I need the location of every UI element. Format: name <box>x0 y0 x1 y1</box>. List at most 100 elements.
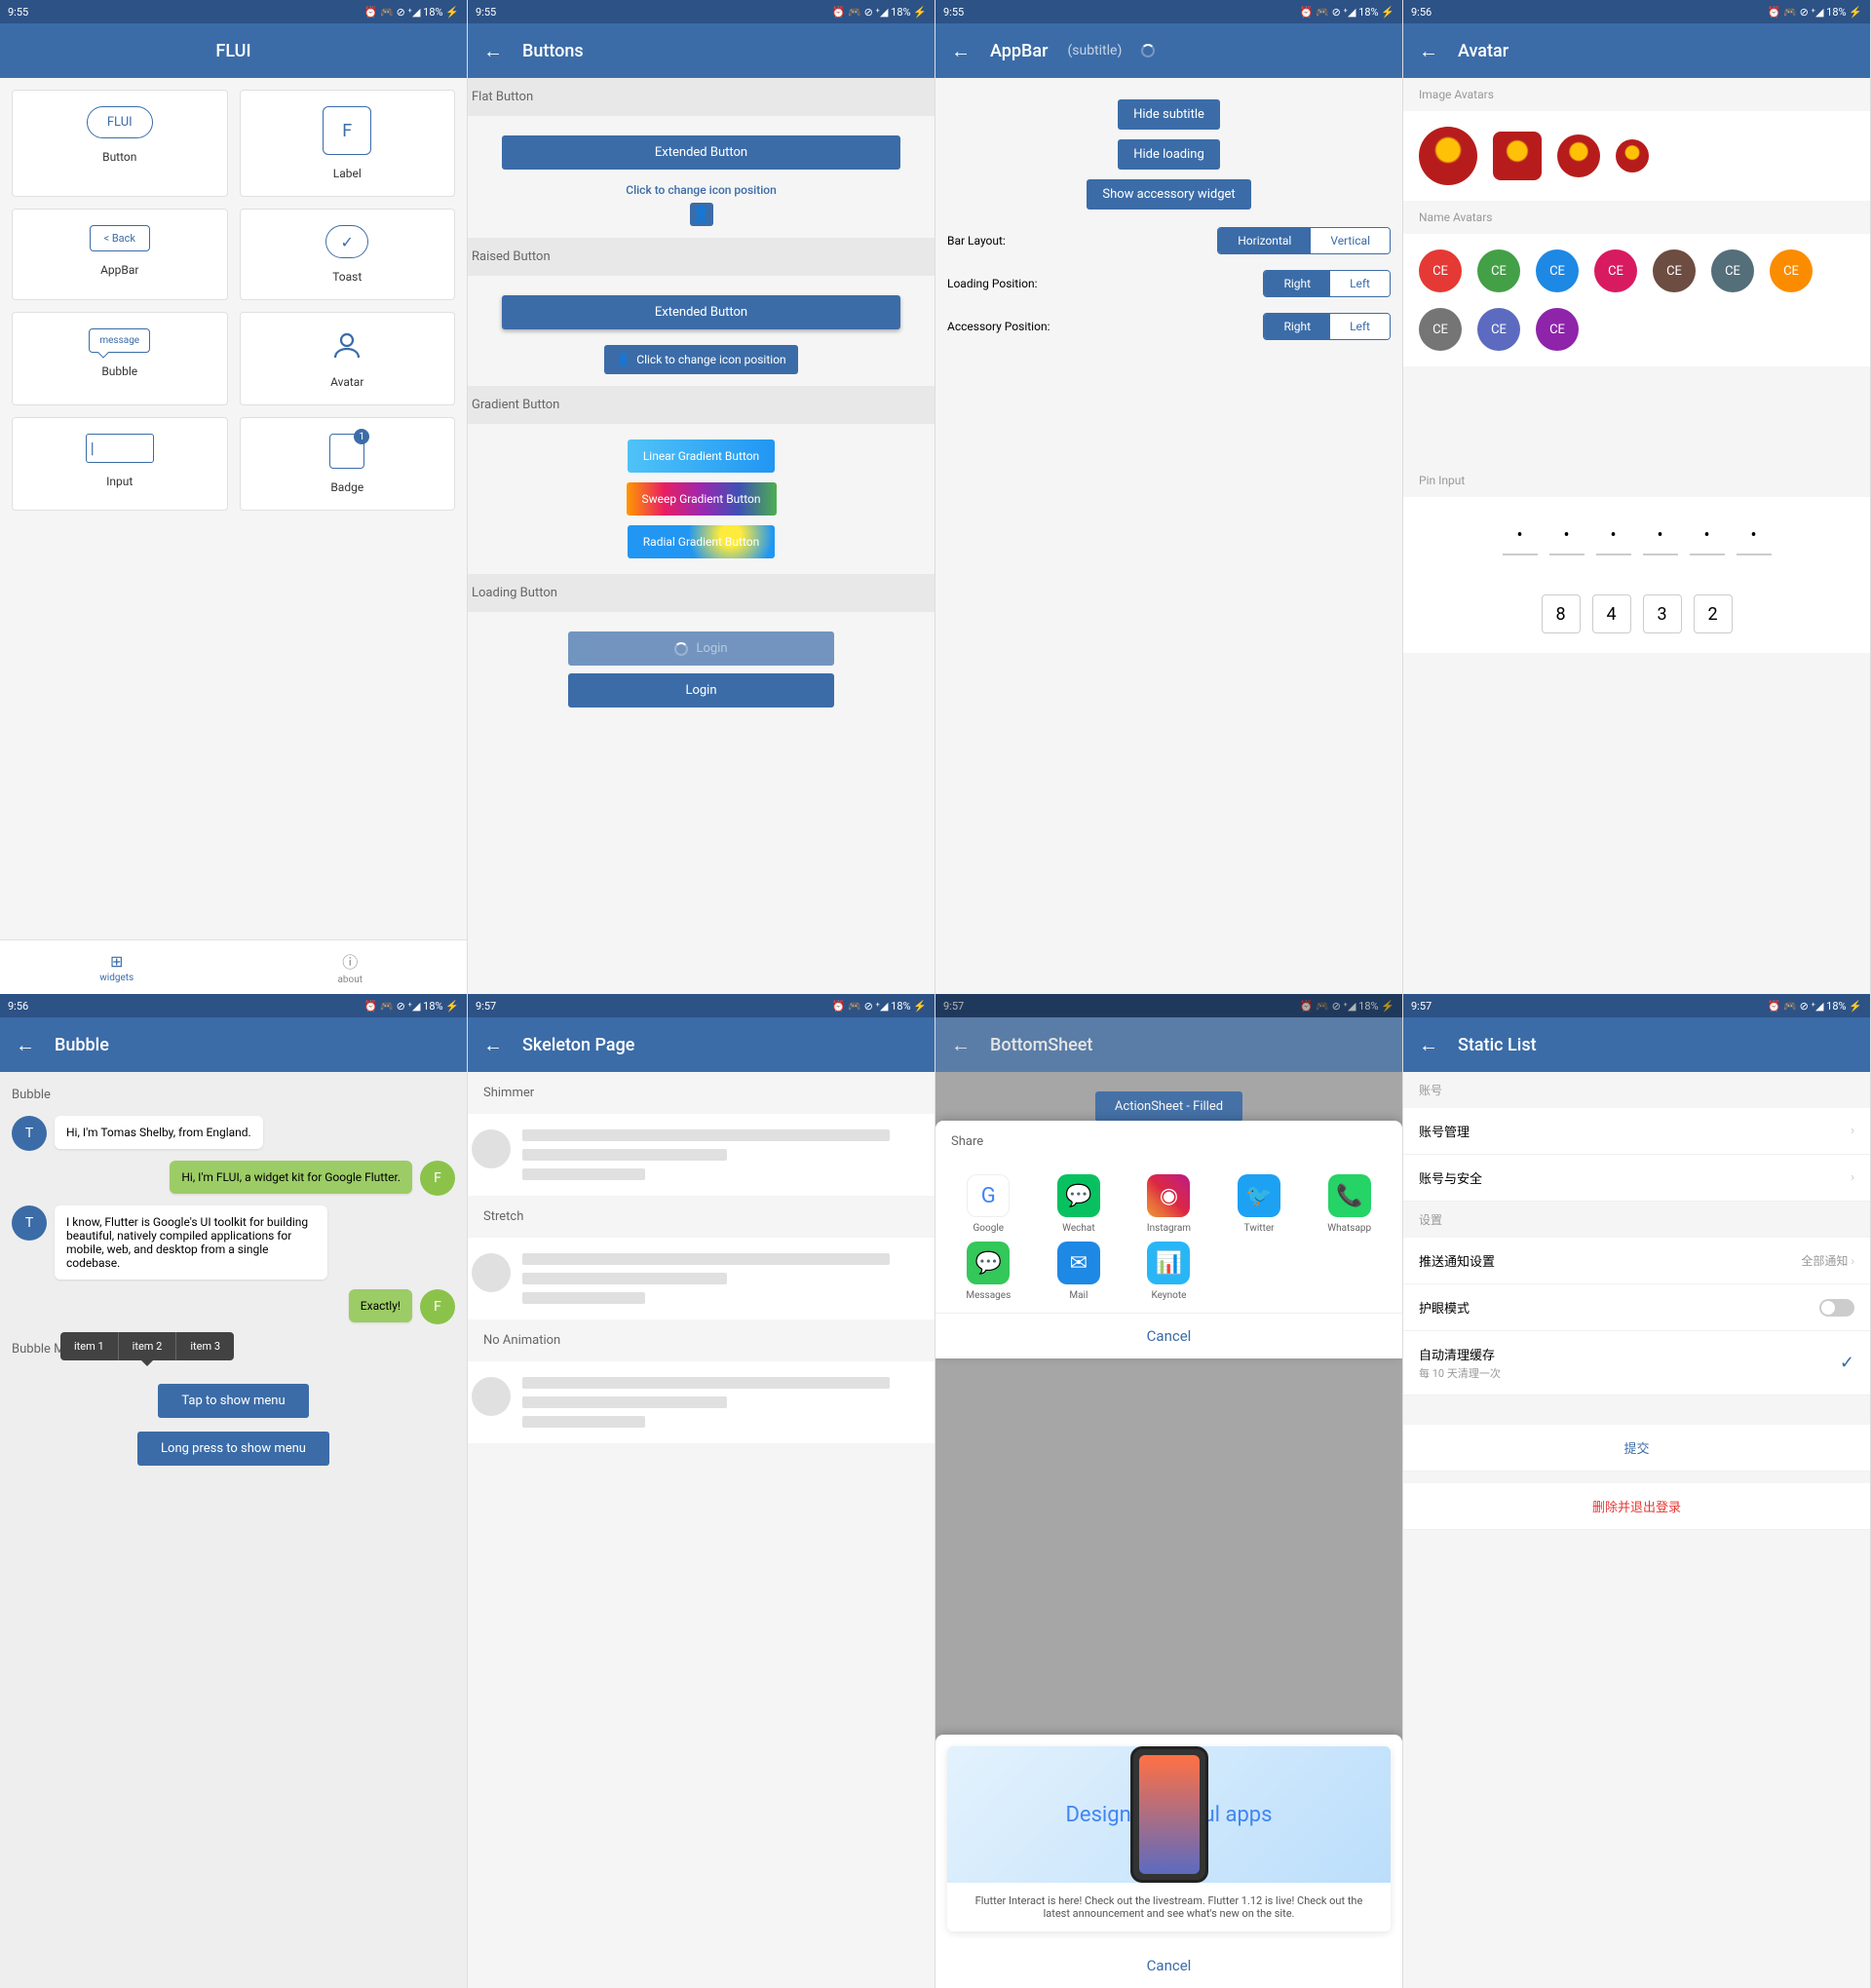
segment-option[interactable]: Horizontal <box>1218 228 1311 253</box>
widget-card-avatar[interactable]: Avatar <box>240 312 456 405</box>
widget-card-appbar[interactable]: < BackAppBar <box>12 209 228 300</box>
menu-item[interactable]: item 2 <box>119 1332 177 1360</box>
share-header: Share <box>936 1121 1402 1163</box>
linear-gradient-button[interactable]: Linear Gradient Button <box>628 440 775 473</box>
pin-cell[interactable]: • <box>1737 516 1772 555</box>
hide-subtitle-button[interactable]: Hide subtitle <box>1118 99 1220 130</box>
widget-card-label[interactable]: FLabel <box>240 90 456 197</box>
grid-icon: ⊞ <box>110 952 123 971</box>
icon-button[interactable]: 👤Click to change icon position <box>604 345 797 374</box>
subtitle: (subtitle) <box>1067 43 1122 58</box>
share-app-instagram[interactable]: ◉Instagram <box>1127 1174 1210 1234</box>
extended-button[interactable]: Extended Button <box>502 295 901 329</box>
back-icon[interactable]: ← <box>483 1033 503 1057</box>
section-header: Name Avatars <box>1403 201 1870 234</box>
row-label: Bar Layout: <box>947 234 1006 248</box>
appbar: ←Avatar <box>1403 23 1870 78</box>
back-icon[interactable]: ← <box>951 39 971 63</box>
segment-control[interactable]: HorizontalVertical <box>1217 227 1391 254</box>
clock: 9:56 <box>1411 6 1432 19</box>
segment-control[interactable]: RightLeft <box>1263 270 1391 297</box>
pin-box[interactable]: 2 <box>1694 594 1733 633</box>
pin-box[interactable]: 8 <box>1542 594 1581 633</box>
section-header: Stretch <box>468 1196 935 1238</box>
login-button[interactable]: Login <box>568 673 834 707</box>
pin-cell[interactable]: • <box>1549 516 1585 555</box>
image-avatar <box>1557 134 1600 177</box>
widget-card-bubble[interactable]: messageBubble <box>12 312 228 405</box>
back-icon[interactable]: ← <box>16 1033 35 1057</box>
pin-input-dots[interactable]: • • • • • • <box>1403 497 1870 575</box>
sweep-gradient-button[interactable]: Sweep Gradient Button <box>627 482 777 516</box>
section-header: Gradient Button <box>468 386 935 424</box>
show-accessory-button[interactable]: Show accessory widget <box>1087 179 1250 210</box>
list-item[interactable]: 护眼模式 <box>1403 1284 1870 1331</box>
delete-logout-button[interactable]: 删除并退出登录 <box>1403 1483 1870 1530</box>
skeleton-item <box>468 1114 935 1196</box>
segment-option[interactable]: Vertical <box>1311 228 1390 253</box>
card-label: Toast <box>332 270 362 284</box>
pin-box[interactable]: 3 <box>1643 594 1682 633</box>
segment-option[interactable]: Right <box>1264 271 1330 296</box>
pin-cell[interactable]: • <box>1503 516 1538 555</box>
person-icon[interactable]: 👤 <box>690 203 713 226</box>
widget-card-badge[interactable]: Badge <box>240 417 456 511</box>
config-row: Loading Position:RightLeft <box>947 262 1391 305</box>
pin-cell[interactable]: • <box>1596 516 1631 555</box>
hide-loading-button[interactable]: Hide loading <box>1118 139 1220 170</box>
radial-gradient-button[interactable]: Radial Gradient Button <box>628 525 775 558</box>
share-app-twitter[interactable]: 🐦Twitter <box>1218 1174 1301 1234</box>
page-title: Bubble <box>55 1035 109 1055</box>
list-item[interactable]: 自动清理缓存每 10 天清理一次✓ <box>1403 1331 1870 1395</box>
segment-control[interactable]: RightLeft <box>1263 313 1391 340</box>
segment-option[interactable]: Left <box>1330 314 1390 339</box>
actionsheet-button[interactable]: ActionSheet - Filled <box>1095 1091 1242 1122</box>
widget-card-input[interactable]: |Input <box>12 417 228 511</box>
segment-option[interactable]: Right <box>1264 314 1330 339</box>
login-loading-button[interactable]: Login <box>568 631 834 666</box>
bubble-menu[interactable]: item 1item 2item 3 <box>60 1332 234 1360</box>
card-label: Label <box>333 167 362 180</box>
name-avatar: CE <box>1594 249 1637 292</box>
name-avatar: CE <box>1653 249 1696 292</box>
pin-box[interactable]: 4 <box>1592 594 1631 633</box>
share-app-messages[interactable]: 💬Messages <box>947 1242 1030 1301</box>
share-app-google[interactable]: GGoogle <box>947 1174 1030 1234</box>
back-icon[interactable]: ← <box>483 39 503 63</box>
share-app-wechat[interactable]: 💬Wechat <box>1038 1174 1121 1234</box>
extended-button[interactable]: Extended Button <box>502 135 901 170</box>
list-item[interactable]: 账号管理› <box>1403 1108 1870 1155</box>
menu-item[interactable]: item 3 <box>176 1332 234 1360</box>
list-item[interactable]: 推送通知设置全部通知 › <box>1403 1238 1870 1284</box>
segment-option[interactable]: Left <box>1330 271 1390 296</box>
skeleton-line <box>522 1129 890 1141</box>
name-avatar: CE <box>1477 249 1520 292</box>
longpress-menu-button[interactable]: Long press to show menu <box>137 1432 329 1466</box>
app-icon: 💬 <box>967 1242 1010 1284</box>
pin-cell[interactable]: • <box>1690 516 1725 555</box>
widget-card-toast[interactable]: ✓Toast <box>240 209 456 300</box>
toggle-switch[interactable] <box>1819 1299 1854 1317</box>
share-app-whatsapp[interactable]: 📞Whatsapp <box>1308 1174 1391 1234</box>
pin-cell[interactable]: • <box>1643 516 1678 555</box>
share-app-mail[interactable]: ✉Mail <box>1038 1242 1121 1301</box>
menu-item[interactable]: item 1 <box>60 1332 119 1360</box>
icon-position-link[interactable]: Click to change icon position <box>479 177 923 203</box>
back-icon[interactable]: ← <box>1419 1033 1438 1057</box>
name-avatar: CE <box>1770 249 1813 292</box>
app-name: Whatsapp <box>1327 1223 1371 1234</box>
back-icon[interactable]: ← <box>951 1033 971 1057</box>
share-app-keynote[interactable]: 📊Keynote <box>1127 1242 1210 1301</box>
submit-button[interactable]: 提交 <box>1403 1425 1870 1472</box>
tap-menu-button[interactable]: Tap to show menu <box>158 1384 308 1418</box>
pin-input-boxes[interactable]: 8432 <box>1403 575 1870 653</box>
nav-widgets[interactable]: ⊞widgets <box>0 940 234 994</box>
cancel-button[interactable]: Cancel <box>936 1313 1402 1358</box>
nav-about[interactable]: ⓘabout <box>234 940 468 994</box>
cancel-button[interactable]: Cancel <box>936 1943 1402 1988</box>
message-bubble: Hi, I'm FLUI, a widget kit for Google Fl… <box>170 1161 412 1194</box>
skeleton-line <box>522 1416 645 1428</box>
back-icon[interactable]: ← <box>1419 39 1438 63</box>
widget-card-button[interactable]: FLUIButton <box>12 90 228 197</box>
list-item[interactable]: 账号与安全› <box>1403 1155 1870 1202</box>
